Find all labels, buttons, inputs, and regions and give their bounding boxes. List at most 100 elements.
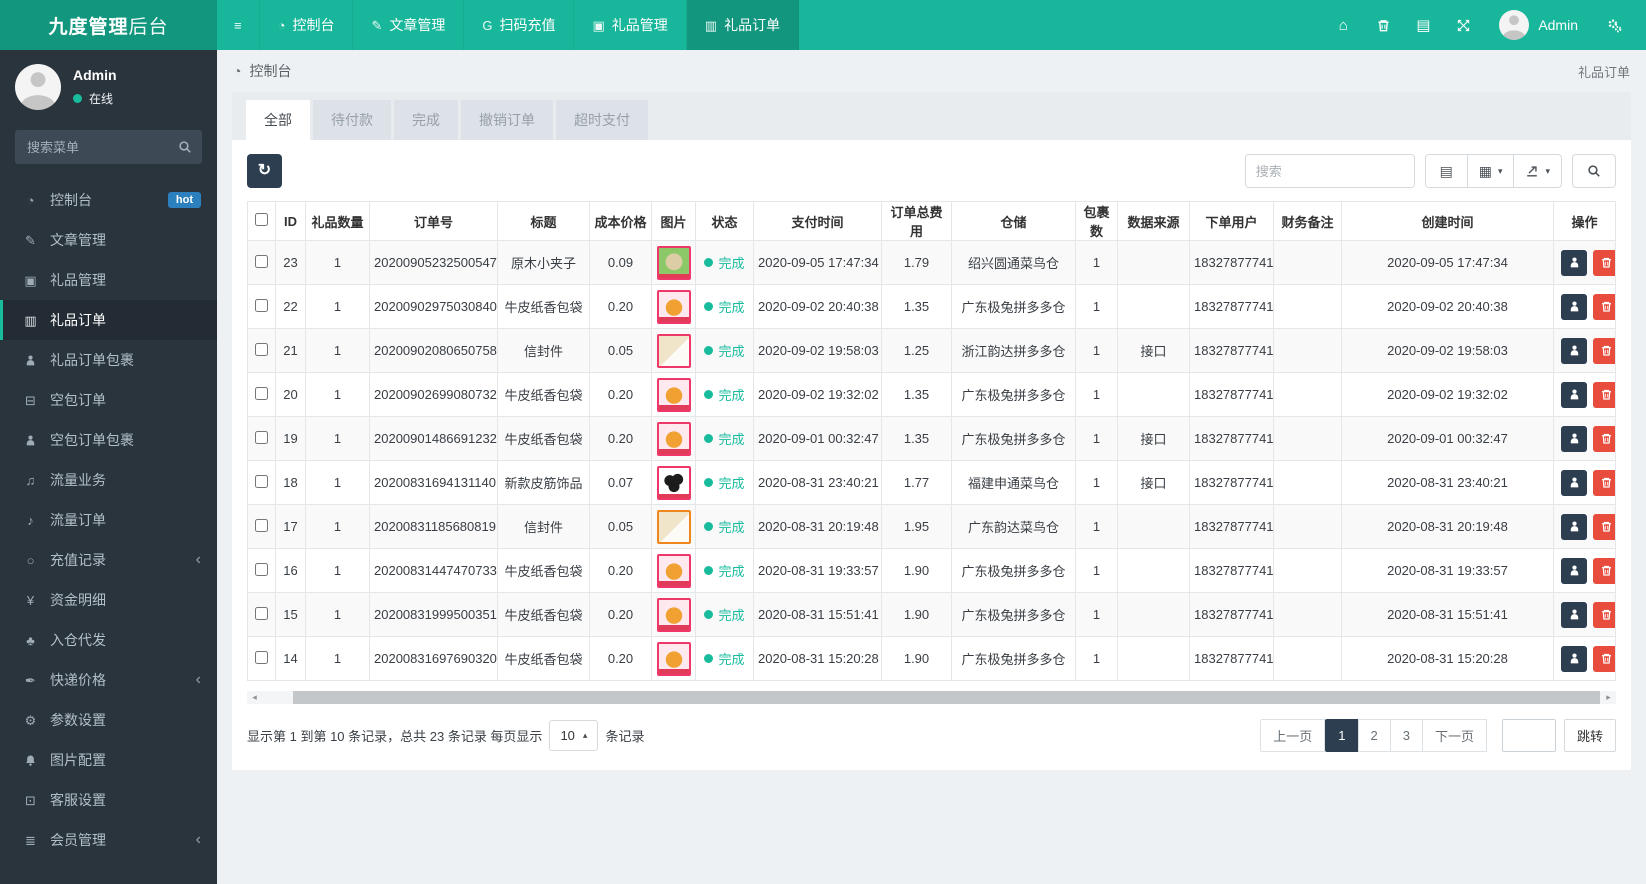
sidebar-item-empty-order-packages[interactable]: 空包订单包裹 — [0, 420, 217, 460]
product-thumbnail[interactable] — [656, 289, 691, 324]
tab-all[interactable]: 全部 — [246, 100, 310, 140]
row-checkbox[interactable] — [255, 474, 268, 488]
sidebar-item-member-management[interactable]: ≣ 会员管理 ‹ — [0, 820, 217, 860]
page-1-button[interactable]: 1 — [1325, 719, 1359, 752]
cell-cost: 0.07 — [589, 460, 652, 505]
jump-button[interactable]: 跳转 — [1563, 719, 1616, 752]
row-detail-button[interactable] — [1561, 645, 1587, 672]
row-detail-button[interactable] — [1561, 513, 1587, 540]
row-detail-button[interactable] — [1561, 469, 1587, 496]
row-detail-button[interactable] — [1561, 381, 1587, 408]
scroll-right-arrow[interactable]: ▸ — [1601, 691, 1616, 704]
sidebar-item-articles[interactable]: ✎ 文章管理 — [0, 220, 217, 260]
nav-item-label: 控制台 — [292, 17, 335, 33]
row-detail-button[interactable] — [1561, 249, 1587, 276]
tab-completed[interactable]: 完成 — [394, 100, 458, 140]
row-checkbox[interactable] — [255, 430, 268, 444]
product-thumbnail[interactable] — [656, 553, 691, 588]
row-delete-button[interactable] — [1593, 249, 1615, 276]
sidebar-toggle-button[interactable]: ≡ — [217, 0, 260, 50]
row-checkbox[interactable] — [255, 562, 268, 576]
table-search-input[interactable] — [1244, 154, 1415, 188]
nav-item-label: 扫码充值 — [499, 17, 556, 33]
row-delete-button[interactable] — [1593, 513, 1615, 540]
sidebar-item-traffic-business[interactable]: ♫ 流量业务 — [0, 460, 217, 500]
row-delete-button[interactable] — [1593, 337, 1615, 364]
refresh-button[interactable]: ↻ — [247, 154, 282, 188]
fullscreen-button[interactable] — [1443, 0, 1483, 50]
row-delete-button[interactable] — [1593, 645, 1615, 672]
row-checkbox[interactable] — [255, 386, 268, 400]
nav-item-articles[interactable]: ✎ 文章管理 — [353, 0, 465, 50]
log-button[interactable]: ▤ — [1403, 0, 1443, 50]
scrollbar-thumb[interactable] — [293, 691, 1600, 704]
sidebar-item-fund-details[interactable]: ¥ 资金明细 — [0, 580, 217, 620]
detail-view-button[interactable]: ▤ — [1424, 154, 1468, 188]
export-button[interactable]: ▾ — [1514, 154, 1562, 188]
product-thumbnail[interactable] — [656, 509, 691, 544]
sidebar-item-traffic-orders[interactable]: ♪ 流量订单 — [0, 500, 217, 540]
next-page-button[interactable]: 下一页 — [1421, 719, 1487, 752]
row-detail-button[interactable] — [1561, 425, 1587, 452]
columns-button[interactable]: ▦ ▾ — [1467, 154, 1515, 188]
row-checkbox[interactable] — [255, 606, 268, 620]
row-checkbox[interactable] — [255, 518, 268, 532]
sidebar-item-empty-orders[interactable]: ⊟ 空包订单 — [0, 380, 217, 420]
row-detail-button[interactable] — [1561, 293, 1587, 320]
sidebar-item-gift-orders[interactable]: ▥ 礼品订单 — [0, 300, 217, 340]
row-checkbox[interactable] — [255, 342, 268, 356]
product-thumbnail[interactable] — [656, 333, 691, 368]
page-2-button[interactable]: 2 — [1357, 719, 1391, 752]
row-delete-button[interactable] — [1593, 601, 1615, 628]
product-thumbnail[interactable] — [656, 597, 691, 632]
nav-item-dashboard[interactable]: ◔ 控制台 — [260, 0, 354, 50]
sidebar-item-warehouse-dropship[interactable]: ♣ 入仓代发 — [0, 620, 217, 660]
clear-trash-button[interactable] — [1363, 0, 1403, 50]
row-delete-button[interactable] — [1593, 557, 1615, 584]
row-delete-button[interactable] — [1593, 469, 1615, 496]
tab-pending-payment[interactable]: 待付款 — [313, 100, 391, 140]
row-checkbox[interactable] — [255, 254, 268, 268]
product-thumbnail[interactable] — [656, 377, 691, 412]
sidebar-item-recharge-records[interactable]: ○ 充值记录 ‹ — [0, 540, 217, 580]
search-icon[interactable] — [178, 140, 192, 154]
sidebar-item-express-prices[interactable]: ✒ 快递价格 ‹ — [0, 660, 217, 700]
product-thumbnail[interactable] — [656, 245, 691, 280]
user-menu[interactable]: Admin — [1483, 10, 1594, 40]
product-thumbnail[interactable] — [656, 421, 691, 456]
row-checkbox[interactable] — [255, 298, 268, 312]
sidebar-item-gifts[interactable]: ▣ 礼品管理 — [0, 260, 217, 300]
jump-page-input[interactable] — [1501, 719, 1556, 752]
row-detail-button[interactable] — [1561, 337, 1587, 364]
row-delete-button[interactable] — [1593, 425, 1615, 452]
sidebar-search-input[interactable] — [15, 130, 202, 164]
breadcrumb[interactable]: ◔ 控制台 — [233, 61, 291, 81]
product-thumbnail[interactable] — [656, 641, 691, 676]
row-detail-button[interactable] — [1561, 557, 1587, 584]
tab-overtime-payment[interactable]: 超时支付 — [556, 100, 648, 140]
page-size-selector[interactable]: 10 ▴ — [549, 720, 599, 751]
sidebar-item-service-settings[interactable]: ⊡ 客服设置 — [0, 780, 217, 820]
sidebar-item-parameter-settings[interactable]: ⚙ 参数设置 — [0, 700, 217, 740]
tab-cancelled-orders[interactable]: 撤销订单 — [461, 100, 553, 140]
cell-packages: 1 — [1075, 592, 1118, 637]
search-button[interactable] — [1572, 154, 1616, 188]
sidebar-item-image-config[interactable]: 图片配置 — [0, 740, 217, 780]
select-all-checkbox[interactable] — [255, 213, 268, 226]
row-delete-button[interactable] — [1593, 381, 1615, 408]
prev-page-button[interactable]: 上一页 — [1260, 719, 1326, 752]
product-thumbnail[interactable] — [656, 465, 691, 500]
scroll-left-arrow[interactable]: ◂ — [247, 691, 262, 704]
row-checkbox[interactable] — [255, 650, 268, 664]
row-delete-button[interactable] — [1593, 293, 1615, 320]
page-3-button[interactable]: 3 — [1389, 719, 1423, 752]
home-button[interactable]: ⌂ — [1323, 0, 1363, 50]
sidebar-item-dashboard[interactable]: ◔ 控制台 hot — [0, 180, 217, 220]
brand-logo[interactable]: 九度管理 后台 — [0, 0, 217, 50]
nav-item-gift-orders[interactable]: ▥ 礼品订单 — [686, 0, 800, 50]
nav-item-gifts[interactable]: ▣ 礼品管理 — [574, 0, 687, 50]
settings-button[interactable] — [1594, 0, 1634, 50]
nav-item-scan-recharge[interactable]: G 扫码充值 — [464, 0, 575, 50]
sidebar-item-gift-order-packages[interactable]: 礼品订单包裹 — [0, 340, 217, 380]
row-detail-button[interactable] — [1561, 601, 1587, 628]
